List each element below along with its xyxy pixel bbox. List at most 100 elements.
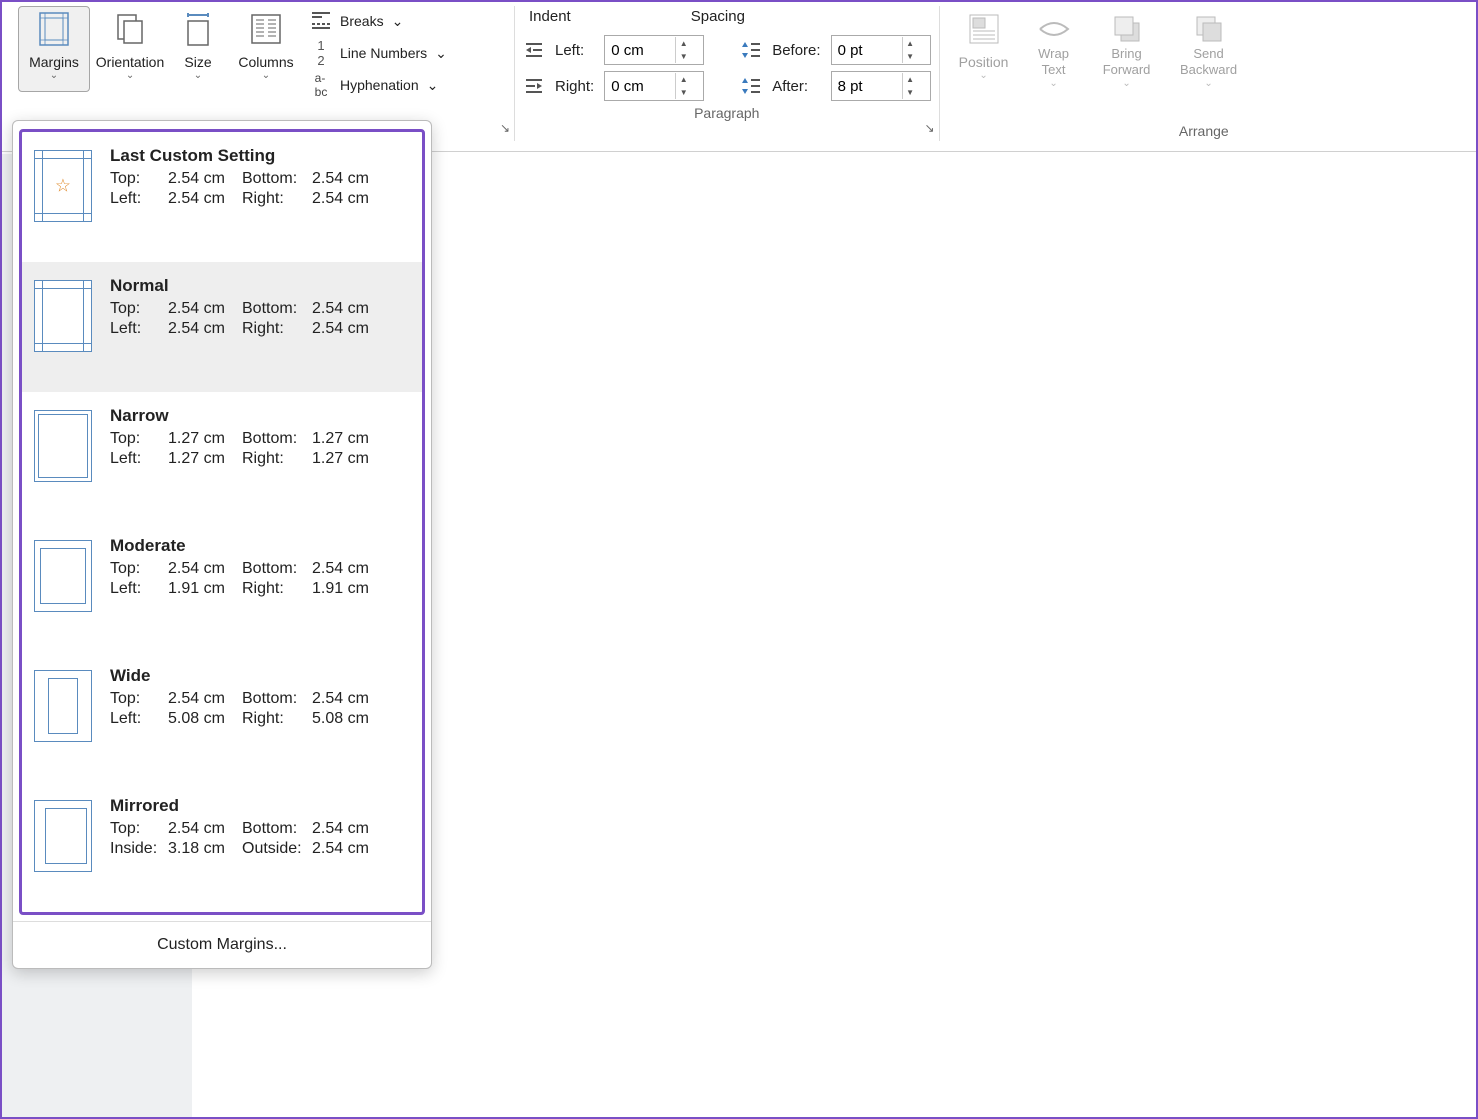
indent-right-input[interactable]: ▲▼ bbox=[604, 71, 704, 101]
arrange-group-label: Arrange bbox=[948, 119, 1460, 141]
margin-option-values: Top:2.54 cmBottom:2.54 cmLeft:2.54 cmRig… bbox=[110, 300, 410, 338]
indent-right-label: Right: bbox=[555, 78, 594, 95]
position-label: Position bbox=[959, 54, 1009, 71]
margin-option-values: Top:2.54 cmBottom:2.54 cmInside:3.18 cmO… bbox=[110, 820, 410, 858]
position-button: Position⌄ bbox=[948, 6, 1020, 92]
bring-forward-label: Bring Forward bbox=[1091, 46, 1163, 77]
spacing-after-input[interactable]: ▲▼ bbox=[831, 71, 931, 101]
size-button[interactable]: Size⌄ bbox=[170, 6, 226, 92]
spinner-down-icon[interactable]: ▼ bbox=[903, 50, 918, 63]
spacing-after-field[interactable] bbox=[832, 78, 902, 95]
chevron-down-icon: ⌄ bbox=[435, 45, 447, 62]
margin-option-last-custom-setting[interactable]: ☆ Last Custom Setting Top:2.54 cmBottom:2.… bbox=[22, 132, 422, 262]
size-label: Size bbox=[184, 54, 211, 71]
arrange-group: Position⌄ Wrap Text⌄ Bring Forward⌄ Send… bbox=[940, 6, 1468, 141]
size-icon bbox=[180, 11, 216, 47]
spinner-down-icon[interactable]: ▼ bbox=[676, 86, 691, 99]
spinner-up-icon[interactable]: ▲ bbox=[903, 73, 918, 86]
margin-option-mirrored[interactable]: Mirrored Top:2.54 cmBottom:2.54 cmInside:… bbox=[22, 782, 422, 912]
chevron-down-icon: ⌄ bbox=[50, 70, 58, 82]
line-numbers-button[interactable]: 12 Line Numbers ⌄ bbox=[306, 40, 451, 66]
margin-preset-icon bbox=[34, 410, 92, 482]
margins-icon bbox=[36, 11, 72, 47]
margin-option-values: Top:2.54 cmBottom:2.54 cmLeft:2.54 cmRig… bbox=[110, 170, 410, 208]
columns-button[interactable]: Columns⌄ bbox=[230, 6, 302, 92]
chevron-down-icon: ⌄ bbox=[126, 70, 134, 82]
margin-preset-icon: ☆ bbox=[34, 150, 92, 222]
margin-option-title: Wide bbox=[110, 666, 410, 686]
chevron-down-icon: ⌄ bbox=[979, 70, 987, 82]
indent-left-field[interactable] bbox=[605, 42, 675, 59]
orientation-icon bbox=[112, 11, 148, 47]
chevron-down-icon: ⌄ bbox=[427, 77, 439, 94]
margin-option-moderate[interactable]: Moderate Top:2.54 cmBottom:2.54 cmLeft:1.… bbox=[22, 522, 422, 652]
hyphenation-button[interactable]: a-bc Hyphenation ⌄ bbox=[306, 72, 451, 98]
paragraph-group: Indent Spacing Left: ▲▼ Before: ▲▼ Right… bbox=[515, 6, 940, 141]
margin-option-title: Moderate bbox=[110, 536, 410, 556]
chevron-down-icon: ⌄ bbox=[1204, 78, 1212, 90]
line-numbers-icon: 12 bbox=[310, 42, 332, 64]
indent-right-icon bbox=[523, 75, 545, 97]
margins-dropdown: ☆ Last Custom Setting Top:2.54 cmBottom:2.… bbox=[12, 120, 432, 969]
margin-option-values: Top:2.54 cmBottom:2.54 cmLeft:1.91 cmRig… bbox=[110, 560, 410, 598]
chevron-down-icon: ⌄ bbox=[1122, 78, 1130, 90]
chevron-down-icon: ⌄ bbox=[262, 70, 270, 82]
send-backward-label: Send Backward bbox=[1173, 46, 1245, 77]
page-setup-dialog-launcher[interactable]: ↘ bbox=[498, 119, 512, 137]
margin-preset-icon bbox=[34, 670, 92, 742]
spacing-before-icon bbox=[740, 39, 762, 61]
margins-label: Margins bbox=[29, 54, 79, 71]
margin-option-values: Top:1.27 cmBottom:1.27 cmLeft:1.27 cmRig… bbox=[110, 430, 410, 468]
columns-label: Columns bbox=[238, 54, 293, 71]
margin-preset-icon bbox=[34, 280, 92, 352]
send-backward-button: Send Backward⌄ bbox=[1170, 6, 1248, 92]
chevron-down-icon: ⌄ bbox=[392, 13, 404, 30]
spacing-heading: Spacing bbox=[691, 8, 745, 25]
spacing-after-icon bbox=[740, 75, 762, 97]
spinner-down-icon[interactable]: ▼ bbox=[903, 86, 918, 99]
wrap-text-button: Wrap Text⌄ bbox=[1024, 6, 1084, 92]
custom-margins-button[interactable]: Custom Margins... bbox=[13, 921, 431, 968]
orientation-label: Orientation bbox=[96, 54, 164, 71]
spacing-after-label: After: bbox=[772, 78, 820, 95]
indent-right-field[interactable] bbox=[605, 78, 675, 95]
spinner-down-icon[interactable]: ▼ bbox=[676, 50, 691, 63]
bring-forward-icon bbox=[1109, 11, 1145, 47]
breaks-button[interactable]: Breaks ⌄ bbox=[306, 8, 451, 34]
margin-option-title: Normal bbox=[110, 276, 410, 296]
spinner-up-icon[interactable]: ▲ bbox=[676, 73, 691, 86]
columns-icon bbox=[248, 11, 284, 47]
indent-left-input[interactable]: ▲▼ bbox=[604, 35, 704, 65]
spinner-up-icon[interactable]: ▲ bbox=[676, 37, 691, 50]
bring-forward-button: Bring Forward⌄ bbox=[1088, 6, 1166, 92]
spacing-before-label: Before: bbox=[772, 42, 820, 59]
hyphenation-icon: a-bc bbox=[310, 74, 332, 96]
wrap-text-label: Wrap Text bbox=[1027, 46, 1081, 77]
margin-option-title: Mirrored bbox=[110, 796, 410, 816]
margin-option-normal[interactable]: Normal Top:2.54 cmBottom:2.54 cmLeft:2.54… bbox=[22, 262, 422, 392]
margin-option-title: Last Custom Setting bbox=[110, 146, 410, 166]
line-numbers-label: Line Numbers bbox=[340, 45, 427, 61]
indent-left-icon bbox=[523, 39, 545, 61]
margin-option-narrow[interactable]: Narrow Top:1.27 cmBottom:1.27 cmLeft:1.27… bbox=[22, 392, 422, 522]
indent-heading: Indent bbox=[529, 8, 571, 25]
margins-button[interactable]: Margins⌄ bbox=[18, 6, 90, 92]
hyphenation-label: Hyphenation bbox=[340, 77, 419, 93]
spinner-up-icon[interactable]: ▲ bbox=[903, 37, 918, 50]
margin-option-title: Narrow bbox=[110, 406, 410, 426]
margin-option-wide[interactable]: Wide Top:2.54 cmBottom:2.54 cmLeft:5.08 c… bbox=[22, 652, 422, 782]
breaks-label: Breaks bbox=[340, 13, 384, 29]
spacing-before-input[interactable]: ▲▼ bbox=[831, 35, 931, 65]
breaks-icon bbox=[310, 10, 332, 32]
chevron-down-icon: ⌄ bbox=[1049, 78, 1057, 90]
indent-left-label: Left: bbox=[555, 42, 594, 59]
paragraph-dialog-launcher[interactable]: ↘ bbox=[923, 119, 937, 137]
chevron-down-icon: ⌄ bbox=[194, 70, 202, 82]
spacing-before-field[interactable] bbox=[832, 42, 902, 59]
margin-preset-icon bbox=[34, 800, 92, 872]
position-icon bbox=[966, 11, 1002, 47]
wrap-text-icon bbox=[1036, 11, 1072, 47]
orientation-button[interactable]: Orientation⌄ bbox=[94, 6, 166, 92]
margin-preset-icon bbox=[34, 540, 92, 612]
margin-option-values: Top:2.54 cmBottom:2.54 cmLeft:5.08 cmRig… bbox=[110, 690, 410, 728]
